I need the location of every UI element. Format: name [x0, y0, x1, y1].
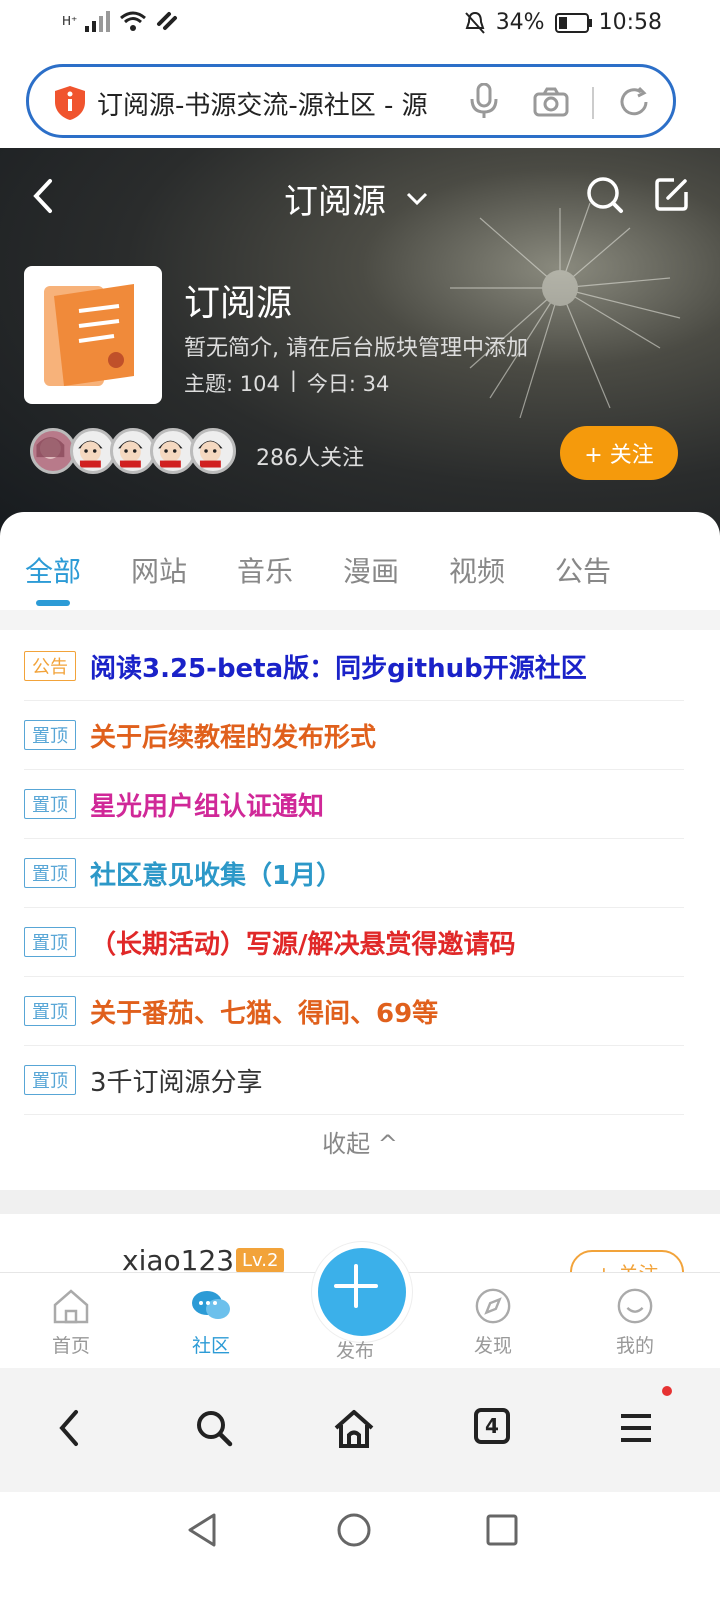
pinned-title[interactable]: （长期活动）写源/解决悬赏得邀请码 — [90, 924, 516, 961]
nav-label: 发现 — [473, 1335, 512, 1357]
section-divider — [0, 1190, 720, 1214]
collapse-button[interactable]: 收起 ^ — [0, 1124, 720, 1159]
tab-website[interactable]: 网站 — [106, 512, 212, 610]
profile-icon — [617, 1288, 653, 1324]
pinned-item[interactable]: 公告 阅读3.25-beta版：同步github开源社区 — [24, 632, 684, 701]
notification-dot — [662, 1386, 672, 1396]
network-type: H⁺ — [62, 14, 78, 28]
pinned-item[interactable]: 置顶 3千订阅源分享 — [24, 1046, 684, 1115]
section-divider — [0, 610, 720, 630]
search-icon[interactable] — [586, 176, 624, 214]
community-icon — [192, 1291, 230, 1319]
pinned-title[interactable]: 阅读3.25-beta版：同步github开源社区 — [90, 648, 587, 685]
pinned-badge: 置顶 — [24, 996, 76, 1026]
pinned-item[interactable]: 置顶 关于番茄、七猫、得间、69等 — [24, 977, 684, 1046]
system-back-icon[interactable] — [186, 1512, 218, 1548]
tab-announcement[interactable]: 公告 — [530, 512, 636, 610]
system-recents-icon[interactable] — [486, 1514, 518, 1546]
publish-button[interactable] — [312, 1242, 412, 1342]
back-icon[interactable] — [54, 1408, 84, 1448]
category-tabs: 全部 网站 音乐 漫画 视频 公告 — [0, 512, 720, 610]
nav-discover[interactable]: 发现 — [448, 1287, 538, 1358]
forum-name: 订阅源 — [184, 283, 293, 324]
pinned-badge: 置顶 — [24, 858, 76, 888]
nav-label: 社区 — [191, 1335, 230, 1357]
nav-home[interactable]: 首页 — [26, 1287, 116, 1358]
pinned-item[interactable]: 置顶 关于后续教程的发布形式 — [24, 701, 684, 770]
browser-address-bar: 订阅源-书源交流-源社区 - 源 — [0, 50, 720, 148]
link-icon — [157, 12, 178, 30]
tab-video[interactable]: 视频 — [424, 512, 530, 610]
battery-icon — [554, 12, 592, 33]
system-nav-bar — [0, 1492, 720, 1600]
browser-toolbar: 4 — [0, 1368, 720, 1492]
wifi-icon — [120, 11, 147, 31]
chevron-down-icon[interactable] — [406, 192, 428, 206]
tab-music[interactable]: 音乐 — [212, 512, 318, 610]
back-arrow-icon[interactable] — [30, 178, 58, 214]
mute-bell-icon — [464, 11, 485, 34]
follower-avatars[interactable] — [30, 428, 236, 474]
follower-count[interactable]: 286人关注 — [256, 440, 364, 472]
camera-icon[interactable] — [533, 87, 569, 117]
divider — [592, 87, 594, 119]
pinned-badge: 置顶 — [24, 720, 76, 750]
pinned-title[interactable]: 社区意见收集（1月） — [90, 855, 342, 892]
url-field[interactable]: 订阅源-书源交流-源社区 - 源 — [26, 64, 676, 138]
pinned-title[interactable]: 3千订阅源分享 — [90, 1062, 263, 1099]
page-title[interactable]: 订阅源 — [284, 174, 386, 223]
forum-content: 全部 网站 音乐 漫画 视频 公告 公告 阅读3.25-beta版：同步githu… — [0, 512, 720, 1192]
post-author[interactable]: xiao123 — [122, 1244, 234, 1272]
system-home-icon[interactable] — [336, 1512, 372, 1548]
pinned-title[interactable]: 关于后续教程的发布形式 — [90, 717, 376, 754]
level-badge: Lv.2 — [236, 1248, 285, 1272]
clock: 10:58 — [598, 10, 662, 35]
home-icon[interactable] — [332, 1408, 376, 1450]
pinned-title[interactable]: 星光用户组认证通知 — [90, 786, 324, 823]
nav-community[interactable]: 社区 — [166, 1287, 256, 1358]
follow-button[interactable]: + 关注 — [560, 426, 678, 480]
stats-separator: | — [289, 368, 297, 392]
status-bar: H⁺ 34% 10:58 — [0, 0, 720, 50]
nav-label: 首页 — [51, 1335, 90, 1357]
pinned-badge: 置顶 — [24, 789, 76, 819]
follow-user-button[interactable]: + 关注 — [570, 1250, 684, 1272]
url-text[interactable]: 订阅源-书源交流-源社区 - 源 — [97, 85, 477, 122]
pinned-item[interactable]: 置顶 星光用户组认证通知 — [24, 770, 684, 839]
pinned-item[interactable]: 置顶 社区意见收集（1月） — [24, 839, 684, 908]
signal-icon — [85, 11, 111, 32]
pinned-item[interactable]: 置顶 （长期活动）写源/解决悬赏得邀请码 — [24, 908, 684, 977]
forum-description: 暂无简介, 请在后台版块管理中添加 — [184, 336, 528, 361]
reload-icon[interactable] — [617, 85, 651, 119]
notice-badge: 公告 — [24, 651, 76, 681]
publish-label: 发布 — [335, 1340, 374, 1362]
compass-icon — [475, 1288, 511, 1324]
tab-all[interactable]: 全部 — [0, 512, 106, 610]
edit-icon[interactable] — [654, 176, 690, 212]
forum-header: 订阅源 订阅源 暂无简介, 请在后台版块管理中添加 主题: 104 | 今日: … — [0, 148, 720, 548]
battery-percent: 34% — [495, 10, 545, 35]
home-icon — [53, 1289, 89, 1324]
tabs-count-button[interactable]: 4 — [474, 1408, 510, 1444]
pinned-title[interactable]: 关于番茄、七猫、得间、69等 — [90, 993, 438, 1030]
today-count: 今日: 34 — [306, 372, 390, 396]
shield-warning-icon — [55, 86, 85, 120]
pinned-badge: 置顶 — [24, 927, 76, 957]
nav-label: 我的 — [615, 1335, 654, 1357]
avatar — [190, 428, 236, 474]
nav-profile[interactable]: 我的 — [590, 1287, 680, 1358]
menu-icon[interactable] — [618, 1408, 654, 1448]
plus-icon — [334, 1264, 378, 1308]
topics-count: 主题: 104 — [184, 372, 280, 396]
forum-logo — [24, 266, 162, 404]
search-icon[interactable] — [194, 1408, 234, 1448]
microphone-icon[interactable] — [469, 83, 499, 119]
pinned-badge: 置顶 — [24, 1065, 76, 1095]
pinned-list: 公告 阅读3.25-beta版：同步github开源社区 置顶 关于后续教程的发布形… — [24, 632, 684, 1115]
forum-stats: 主题: 104 | 今日: 34 — [184, 368, 389, 398]
tab-comics[interactable]: 漫画 — [318, 512, 424, 610]
